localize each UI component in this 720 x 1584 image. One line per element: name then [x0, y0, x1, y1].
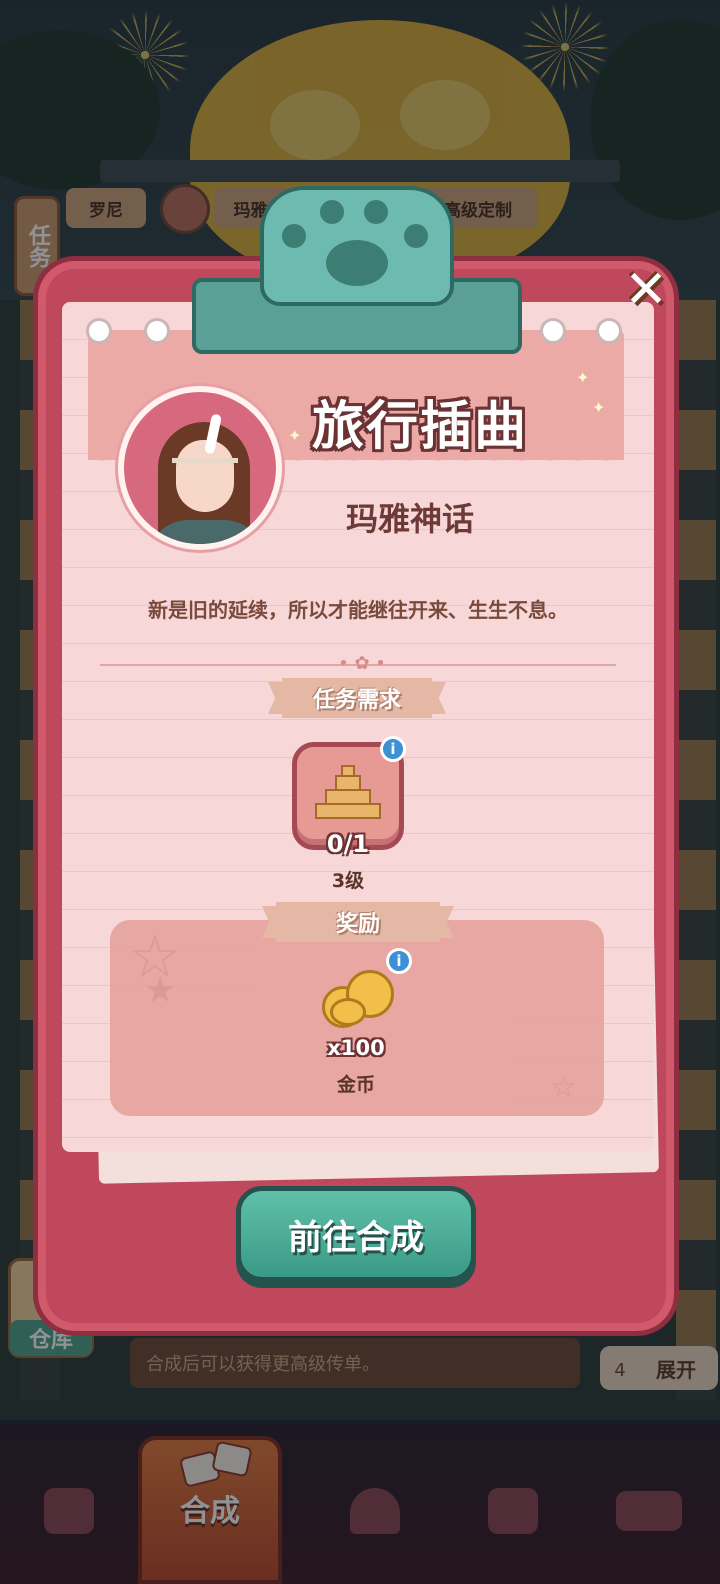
info-icon: i: [390, 740, 396, 758]
reward-info-button[interactable]: i: [386, 948, 412, 974]
reward-name: 金币: [336, 1074, 375, 1096]
paw-icon: [326, 240, 388, 286]
reward-amount: x100: [327, 1036, 385, 1060]
go-merge-button[interactable]: 前往合成: [236, 1186, 476, 1282]
paper-hole: [86, 318, 112, 344]
requirement-ribbon: 任务需求: [282, 678, 432, 718]
paper-hole: [540, 318, 566, 344]
paper-hole: [596, 318, 622, 344]
popup-title: 旅行插曲: [311, 397, 528, 457]
character-name: 玛雅神话: [345, 500, 474, 538]
sparkle-icon: ✦: [592, 398, 606, 417]
requirement-progress: 0/1: [326, 830, 370, 858]
close-icon: ✕: [624, 260, 668, 320]
info-icon: i: [396, 952, 402, 970]
close-button[interactable]: ✕: [616, 260, 676, 320]
sparkle-icon: ✦: [576, 368, 590, 387]
pyramid-icon: [315, 763, 381, 823]
story-text: 新是旧的延续，所以才能继往开来、生生不息。: [148, 598, 568, 622]
requirement-info-button[interactable]: i: [380, 736, 406, 762]
character-portrait: [118, 386, 282, 550]
paw-clip: [192, 186, 522, 362]
divider-ornament-icon: • ✿ •: [338, 652, 386, 674]
paper-hole: [144, 318, 170, 344]
reward-ribbon: 奖励: [276, 902, 440, 942]
paw-coin-icon[interactable]: [320, 964, 400, 1030]
requirement-level: 3级: [331, 870, 365, 892]
